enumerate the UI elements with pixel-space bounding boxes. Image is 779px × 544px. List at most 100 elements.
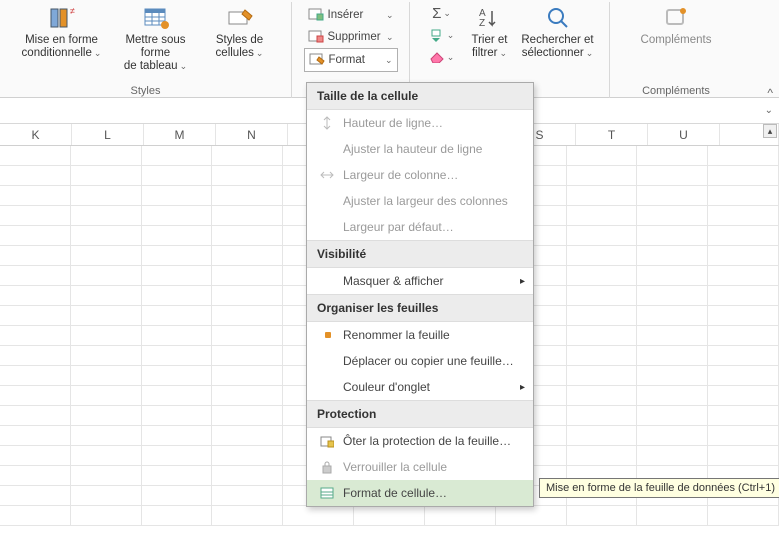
- cell-styles-button[interactable]: Styles decellules⌄: [205, 2, 275, 62]
- cell[interactable]: [567, 226, 638, 245]
- cell[interactable]: [708, 186, 779, 205]
- cell[interactable]: [71, 206, 142, 225]
- cell[interactable]: [71, 326, 142, 345]
- cell[interactable]: [71, 306, 142, 325]
- cell[interactable]: [142, 166, 213, 185]
- cell[interactable]: [0, 426, 71, 445]
- cell[interactable]: [0, 506, 71, 525]
- cell[interactable]: [637, 346, 708, 365]
- cell[interactable]: [71, 246, 142, 265]
- cell[interactable]: [212, 386, 283, 405]
- cell[interactable]: [71, 406, 142, 425]
- fill-button[interactable]: ⌄: [429, 24, 455, 46]
- cell[interactable]: [212, 366, 283, 385]
- cell[interactable]: [637, 446, 708, 465]
- cell[interactable]: [708, 306, 779, 325]
- cell[interactable]: [567, 266, 638, 285]
- cell[interactable]: [71, 186, 142, 205]
- cell[interactable]: [71, 466, 142, 485]
- cell[interactable]: [567, 286, 638, 305]
- cell[interactable]: [567, 426, 638, 445]
- cell[interactable]: [212, 206, 283, 225]
- cell[interactable]: [71, 346, 142, 365]
- cell[interactable]: [142, 346, 213, 365]
- cell[interactable]: [708, 386, 779, 405]
- clear-button[interactable]: ⌄: [429, 46, 455, 68]
- cell[interactable]: [142, 266, 213, 285]
- cell[interactable]: [142, 306, 213, 325]
- cell[interactable]: [0, 226, 71, 245]
- cell[interactable]: [212, 466, 283, 485]
- cell[interactable]: [212, 146, 283, 165]
- cell[interactable]: [212, 506, 283, 525]
- format-button[interactable]: Format ⌄: [304, 48, 398, 72]
- cell[interactable]: [142, 386, 213, 405]
- scroll-up-button[interactable]: ▴: [763, 124, 777, 138]
- cell[interactable]: [142, 286, 213, 305]
- cell[interactable]: [142, 366, 213, 385]
- cell[interactable]: [212, 186, 283, 205]
- delete-button[interactable]: Supprimer ⌄: [304, 26, 398, 48]
- cell[interactable]: [567, 206, 638, 225]
- cell[interactable]: [0, 286, 71, 305]
- cell[interactable]: [708, 226, 779, 245]
- cell[interactable]: [71, 286, 142, 305]
- cell[interactable]: [0, 166, 71, 185]
- cell[interactable]: [212, 326, 283, 345]
- cell[interactable]: [0, 306, 71, 325]
- cell[interactable]: [708, 426, 779, 445]
- cell[interactable]: [212, 286, 283, 305]
- cell[interactable]: [567, 446, 638, 465]
- cell[interactable]: [71, 266, 142, 285]
- menu-format-cell[interactable]: Format de cellule…: [307, 480, 533, 506]
- cell[interactable]: [212, 346, 283, 365]
- cell[interactable]: [212, 446, 283, 465]
- cell[interactable]: [637, 406, 708, 425]
- cell[interactable]: [0, 146, 71, 165]
- cell[interactable]: [637, 246, 708, 265]
- cell[interactable]: [142, 406, 213, 425]
- cell[interactable]: [708, 166, 779, 185]
- cell[interactable]: [425, 506, 496, 525]
- menu-move-copy-sheet[interactable]: Déplacer ou copier une feuille…: [307, 348, 533, 374]
- menu-hide-show[interactable]: Masquer & afficher ▸: [307, 268, 533, 294]
- cell[interactable]: [637, 146, 708, 165]
- cell[interactable]: [496, 506, 567, 525]
- cell[interactable]: [567, 166, 638, 185]
- autosum-button[interactable]: Σ⌄: [432, 2, 451, 24]
- column-header[interactable]: L: [72, 124, 144, 145]
- cell[interactable]: [637, 386, 708, 405]
- menu-autofit-row-height[interactable]: Ajuster la hauteur de ligne: [307, 136, 533, 162]
- cell[interactable]: [567, 366, 638, 385]
- cell[interactable]: [0, 446, 71, 465]
- format-as-table-button[interactable]: Mettre sous formede tableau⌄: [111, 2, 201, 76]
- cell[interactable]: [142, 326, 213, 345]
- cell[interactable]: [637, 266, 708, 285]
- cell[interactable]: [637, 226, 708, 245]
- cell[interactable]: [212, 486, 283, 505]
- cell[interactable]: [0, 346, 71, 365]
- column-header[interactable]: M: [144, 124, 216, 145]
- cell[interactable]: [0, 206, 71, 225]
- cell[interactable]: [567, 406, 638, 425]
- menu-unprotect-sheet[interactable]: Ôter la protection de la feuille…: [307, 428, 533, 454]
- cell[interactable]: [71, 486, 142, 505]
- cell[interactable]: [71, 366, 142, 385]
- cell[interactable]: [637, 206, 708, 225]
- cell[interactable]: [637, 166, 708, 185]
- cell[interactable]: [708, 146, 779, 165]
- cell[interactable]: [71, 386, 142, 405]
- menu-column-width[interactable]: Largeur de colonne…: [307, 162, 533, 188]
- cell[interactable]: [0, 406, 71, 425]
- expand-formula-bar-button[interactable]: ⌄: [765, 105, 773, 116]
- cell[interactable]: [0, 186, 71, 205]
- cell[interactable]: [71, 426, 142, 445]
- cell[interactable]: [637, 186, 708, 205]
- cell[interactable]: [708, 406, 779, 425]
- cell[interactable]: [212, 406, 283, 425]
- cell[interactable]: [567, 186, 638, 205]
- cell[interactable]: [0, 386, 71, 405]
- cell[interactable]: [71, 166, 142, 185]
- cell[interactable]: [567, 326, 638, 345]
- cell[interactable]: [567, 346, 638, 365]
